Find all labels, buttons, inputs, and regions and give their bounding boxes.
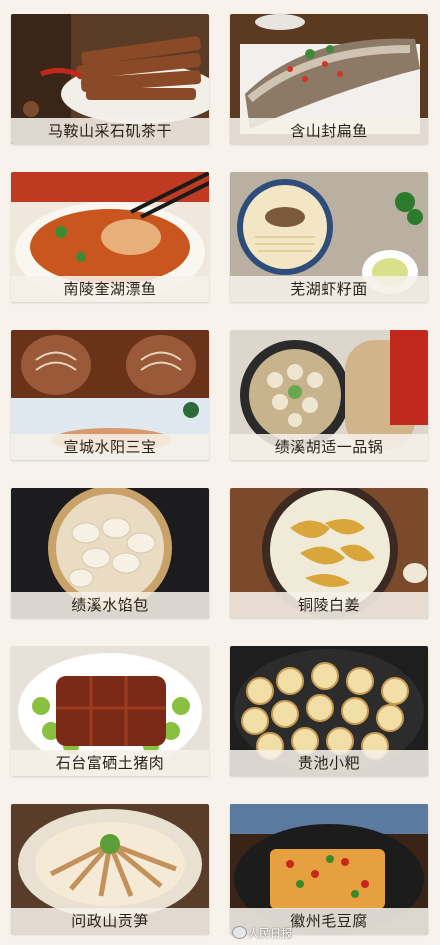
dish-label: 宣城水阳三宝 [11,434,209,460]
weibo-icon [232,926,247,939]
dish-label: 芜湖虾籽面 [230,276,428,302]
dish-card[interactable]: 徽州毛豆腐 [230,804,428,934]
dish-card[interactable]: 宣城水阳三宝 [11,330,209,460]
dish-card[interactable]: 马鞍山采石矶茶干 [11,14,209,144]
dish-card[interactable]: 铜陵白姜 [230,488,428,618]
dish-label: 南陵奎湖漂鱼 [11,276,209,302]
dish-label: 铜陵白姜 [230,592,428,618]
watermark: 人民日报 [248,927,292,940]
dish-card[interactable]: 芜湖虾籽面 [230,172,428,302]
dish-label: 含山封扁鱼 [230,118,428,144]
dish-grid: 马鞍山采石矶茶干 含山封扁鱼 南陵奎湖漂鱼 芜湖虾籽面 宣城水阳三宝 绩溪胡适一… [0,0,440,945]
dish-card[interactable]: 石台富硒土猪肉 [11,646,209,776]
dish-label: 石台富硒土猪肉 [11,750,209,776]
dish-label: 贵池小粑 [230,750,428,776]
dish-card[interactable]: 问政山贡笋 [11,804,209,934]
dish-label: 马鞍山采石矶茶干 [11,118,209,144]
dish-label: 问政山贡笋 [11,908,209,934]
dish-card[interactable]: 绩溪水馅包 [11,488,209,618]
dish-card[interactable]: 含山封扁鱼 [230,14,428,144]
dish-label: 绩溪胡适一品锅 [230,434,428,460]
dish-card[interactable]: 南陵奎湖漂鱼 [11,172,209,302]
dish-card[interactable]: 绩溪胡适一品锅 [230,330,428,460]
dish-label: 绩溪水馅包 [11,592,209,618]
dish-card[interactable]: 贵池小粑 [230,646,428,776]
